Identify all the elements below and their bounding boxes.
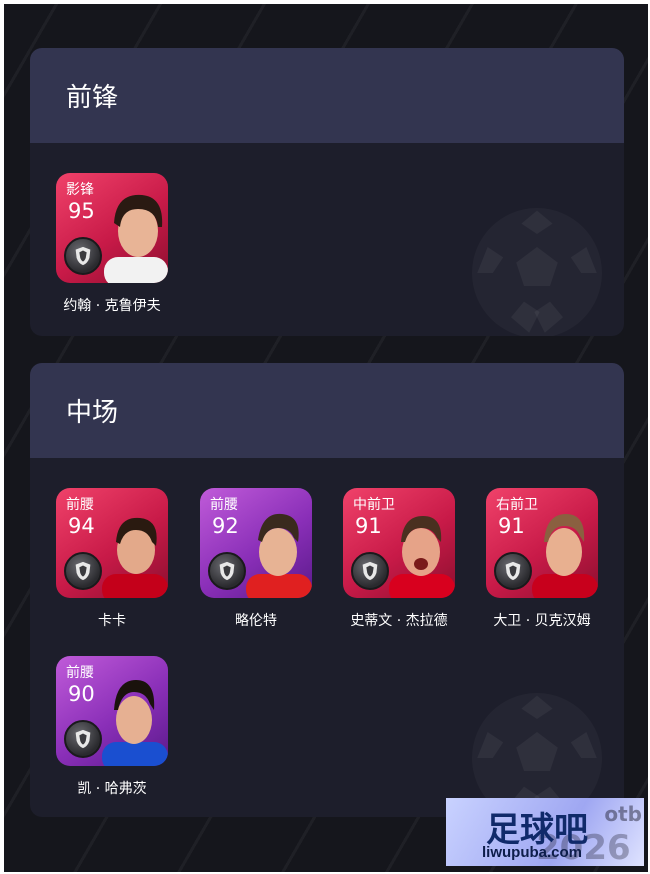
site-watermark-logo: otb 2026 足球吧 liwupuba.com xyxy=(446,798,644,866)
player-card-art: 前腰 90 xyxy=(56,656,168,766)
club-badge-icon xyxy=(64,552,102,590)
player-card-llorente[interactable]: 前腰 92 略伦特 xyxy=(200,488,312,630)
player-position: 右前卫 xyxy=(496,497,538,513)
player-portrait xyxy=(102,680,168,766)
player-name: 史蒂文 · 杰拉德 xyxy=(350,613,448,629)
section-midfielders: 中场 前腰 94 卡卡 前腰 92 略伦特 中前卫 91 史蒂文 · 杰拉德 右… xyxy=(30,363,624,817)
player-position: 影锋 xyxy=(66,182,94,198)
watermark-url: liwupuba.com xyxy=(482,844,583,861)
player-card-gerrard[interactable]: 中前卫 91 史蒂文 · 杰拉德 xyxy=(343,488,455,630)
player-name: 凯 · 哈弗茨 xyxy=(77,781,147,797)
player-position: 前腰 xyxy=(66,665,94,681)
player-name: 大卫 · 贝克汉姆 xyxy=(493,613,591,629)
section-title: 中场 xyxy=(66,398,119,428)
player-rating: 94 xyxy=(68,514,95,538)
club-badge-icon xyxy=(494,552,532,590)
player-position: 中前卫 xyxy=(353,497,395,513)
club-badge-icon xyxy=(64,720,102,758)
player-portrait xyxy=(389,516,455,598)
player-rating: 91 xyxy=(498,514,525,538)
player-card-art: 影锋 95 xyxy=(56,173,168,283)
club-badge-icon xyxy=(351,552,389,590)
section-header: 前锋 xyxy=(30,48,624,143)
screen-background: 前锋 影锋 95 约翰 · 克鲁伊夫 中场 前腰 94 卡卡 前腰 92 略伦特… xyxy=(4,4,648,872)
player-position: 前腰 xyxy=(210,497,238,513)
player-portrait xyxy=(532,514,598,598)
player-rating: 90 xyxy=(68,682,95,706)
player-name: 卡卡 xyxy=(98,613,126,629)
player-rating: 95 xyxy=(68,199,95,223)
player-portrait xyxy=(246,513,312,598)
player-name: 约翰 · 克鲁伊夫 xyxy=(63,298,161,314)
player-card-beckham[interactable]: 右前卫 91 大卫 · 贝克汉姆 xyxy=(486,488,598,630)
player-portrait xyxy=(104,194,168,283)
player-card-kaka[interactable]: 前腰 94 卡卡 xyxy=(56,488,168,630)
player-card-havertz[interactable]: 前腰 90 凯 · 哈弗茨 xyxy=(56,656,168,798)
player-rating: 92 xyxy=(212,514,239,538)
section-forwards: 前锋 影锋 95 约翰 · 克鲁伊夫 xyxy=(30,48,624,336)
player-name: 略伦特 xyxy=(235,613,277,629)
player-card-art: 前腰 94 xyxy=(56,488,168,598)
football-watermark-icon xyxy=(472,208,602,336)
club-badge-icon xyxy=(208,552,246,590)
section-header: 中场 xyxy=(30,363,624,458)
player-rating: 91 xyxy=(355,514,382,538)
player-portrait xyxy=(102,517,168,598)
player-card-cruyff[interactable]: 影锋 95 约翰 · 克鲁伊夫 xyxy=(56,173,168,315)
player-card-art: 前腰 92 xyxy=(200,488,312,598)
club-badge-icon xyxy=(64,237,102,275)
player-card-art: 右前卫 91 xyxy=(486,488,598,598)
watermark-bg-text: otb xyxy=(604,802,642,826)
section-title: 前锋 xyxy=(66,83,119,113)
player-position: 前腰 xyxy=(66,497,94,513)
player-card-art: 中前卫 91 xyxy=(343,488,455,598)
